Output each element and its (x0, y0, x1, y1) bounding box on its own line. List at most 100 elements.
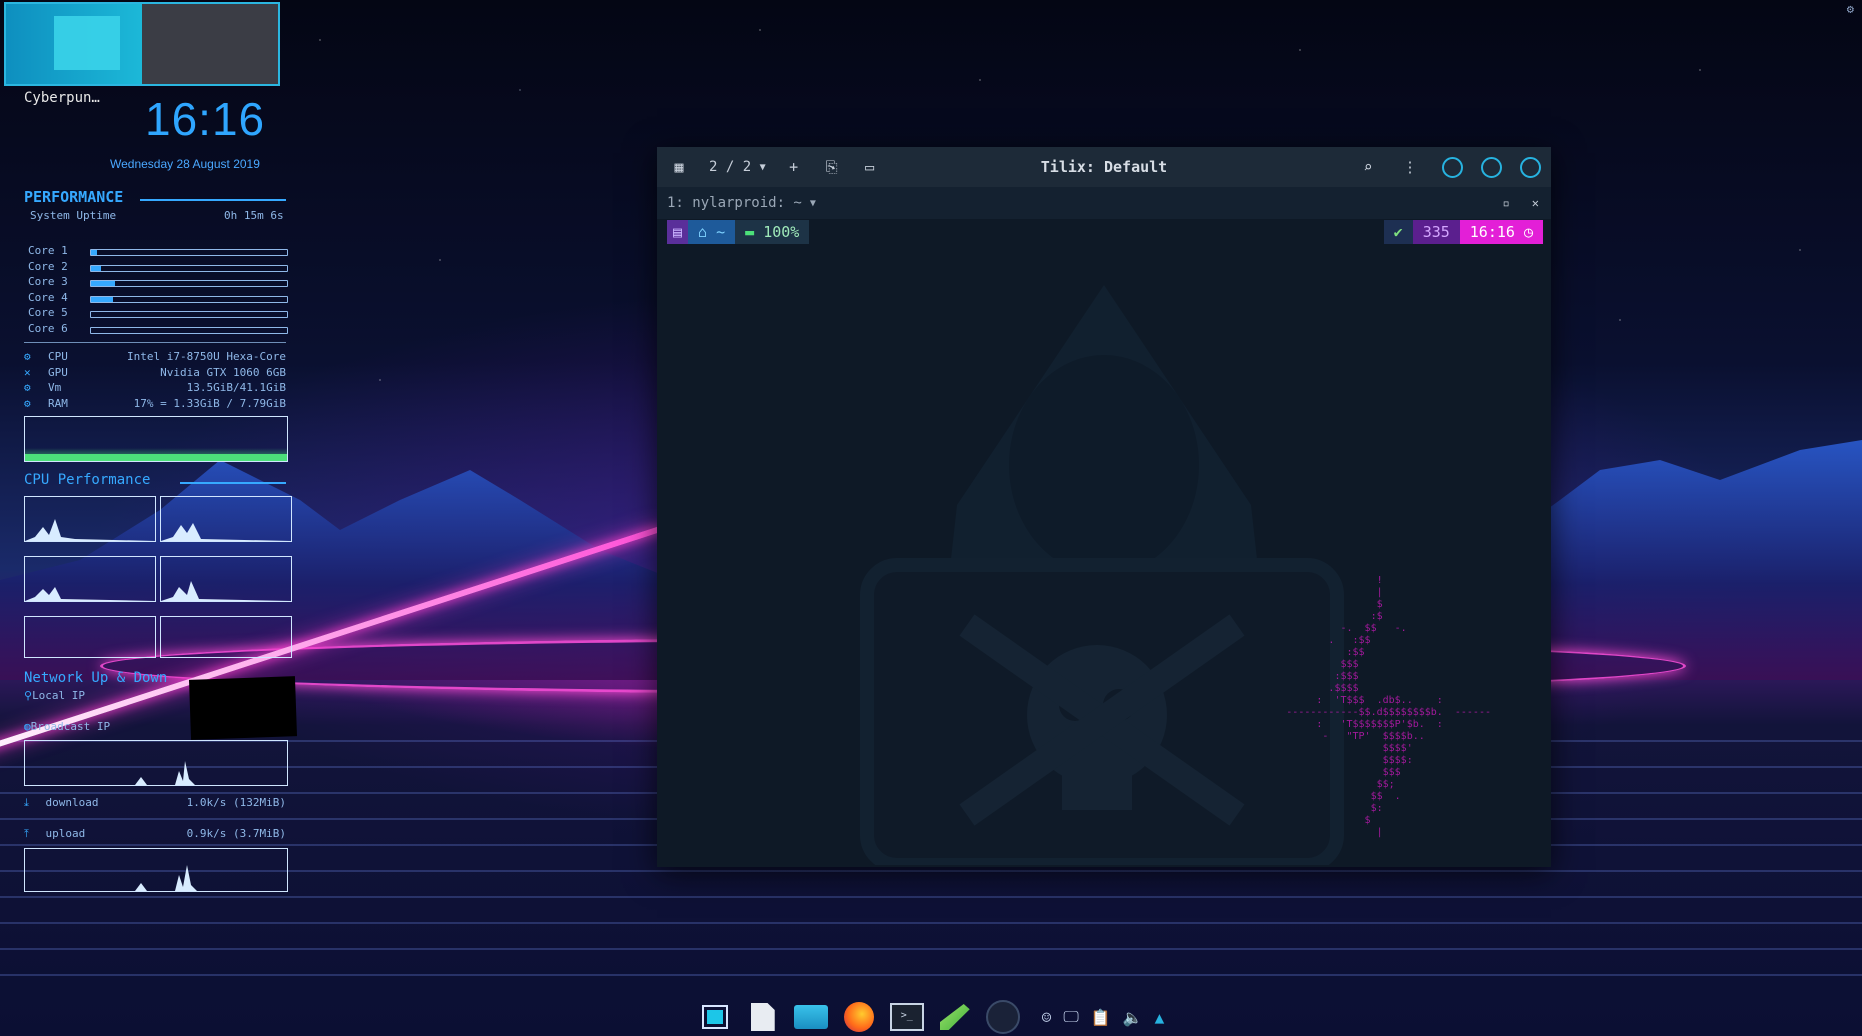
cpu-graph-3 (24, 556, 156, 602)
conky-clock: 16:16 (145, 93, 266, 145)
split-right-icon[interactable]: ⎘ (818, 153, 846, 181)
system-key: GPU (48, 365, 68, 379)
system-value: Nvidia GTX 1060 6GB (160, 365, 286, 379)
download-value: 1.0k/s (132MiB) (186, 796, 286, 809)
core-usage-bar (90, 311, 288, 318)
uptime-value: 0h 15m 6s (224, 209, 284, 222)
terminal-ascii-art: ! | $ :$ -. $$ -. . :$$ :$$ $$$ :$$$ .$$… (1286, 575, 1491, 838)
monitor-icon[interactable] (985, 1000, 1020, 1034)
cpu-graph-5 (24, 616, 156, 658)
core-label: Core 1 (28, 244, 68, 257)
firefox-icon[interactable] (842, 1002, 876, 1032)
broadcast-ip-label: Broadcast IP (30, 720, 111, 733)
check-icon: ✔ (1393, 223, 1403, 241)
workspace-pager[interactable] (4, 2, 280, 86)
core-usage-fill (91, 250, 97, 255)
folder-icon[interactable] (793, 1002, 828, 1032)
clipboard-icon[interactable]: 📋 (1091, 1008, 1111, 1027)
conky-date: Wednesday 28 August 2019 (110, 157, 260, 171)
core-usage-bar (90, 249, 288, 256)
system-key: Vm (48, 381, 62, 394)
upload-graph (24, 848, 288, 892)
session-counter[interactable]: 2 / 2 ▼ (709, 153, 766, 181)
chat-icon[interactable]: ☺ (1042, 1008, 1052, 1027)
search-icon[interactable]: ⌕ (1354, 153, 1382, 181)
upload-value: 0.9k/s (3.7MiB) (186, 827, 286, 840)
broadcast-ip-row: ◍Broadcast IP (24, 720, 110, 733)
terminal-tab-title[interactable]: 1: nylarproid: ~ (667, 195, 802, 211)
cpu-graph-1 (24, 496, 156, 542)
close-button[interactable] (1520, 156, 1541, 178)
battery-icon: ▬ (745, 223, 755, 241)
volume-icon[interactable]: 🔈 (1123, 1008, 1143, 1027)
core-label: Core 4 (28, 290, 68, 304)
system-value: 13.5GiB/41.1GiB (186, 381, 286, 394)
divider (24, 342, 286, 343)
chevron-down-icon[interactable]: ▼ (810, 198, 816, 209)
add-session-icon[interactable]: + (780, 153, 808, 181)
cpu-graph-4 (160, 556, 292, 602)
ram-graph (24, 416, 288, 462)
upload-icon: ⤒ (24, 827, 29, 840)
tray-up-icon[interactable]: ▲ (1155, 1008, 1165, 1027)
gpu-icon: ✕ (24, 365, 31, 379)
workspace-2[interactable] (142, 4, 278, 84)
taskbar: >_ ☺ 🖵 📋 🔈 ▲ (0, 998, 1862, 1036)
menu-icon[interactable]: ⋮ (1396, 153, 1424, 181)
tilix-window[interactable]: ▦ 2 / 2 ▼ + ⎘ ▭ Tilix: Default ⌕ ⋮ 1: ny… (657, 147, 1551, 867)
split-down-icon[interactable]: ▭ (856, 153, 884, 181)
core-label: Core 6 (28, 321, 68, 335)
powerline-prompt: ▤ ⌂ ~ ▬ 100% ✔ 335 16:16 ◷ (657, 219, 1551, 245)
core-label: Core 5 (28, 306, 68, 319)
prompt-time-segment: 16:16 ◷ (1459, 220, 1543, 244)
terminal-icon[interactable]: >_ (889, 1002, 924, 1032)
cpu-section-title: CPU Performance (24, 472, 151, 488)
performance-title: PERFORMANCE (24, 188, 124, 206)
cpu-graph-2 (160, 496, 292, 542)
session-sidebar-icon[interactable]: ▦ (665, 153, 693, 181)
files-icon[interactable] (746, 1002, 780, 1032)
system-tray: ☺ 🖵 📋 🔈 ▲ (1042, 1007, 1165, 1027)
redacted-ip (188, 676, 298, 740)
core-usage-bar (90, 326, 288, 334)
local-ip-row: ⚲Local IP (24, 689, 85, 702)
display-icon[interactable]: 🖵 (1063, 1007, 1078, 1027)
chevron-down-icon: ▼ (759, 161, 766, 173)
terminal-maximize-icon[interactable]: ▫ (1503, 196, 1510, 210)
core-usage-bar (90, 280, 288, 287)
gears-icon: ⚙ (24, 350, 31, 363)
uptime-label: System Uptime (30, 209, 117, 222)
core-label: Core 2 (28, 259, 68, 273)
terminal-area[interactable]: ! | $ :$ -. $$ -. . :$$ :$$ $$$ :$$$ .$$… (657, 245, 1551, 867)
maximize-button[interactable] (1481, 156, 1502, 178)
download-icon: ⤓ (24, 796, 29, 809)
editor-icon[interactable] (938, 1002, 972, 1032)
prompt-battery-segment: ▬ 100% (735, 220, 810, 244)
upload-label: upload (45, 827, 86, 840)
core-usage-fill (91, 265, 101, 271)
system-key: CPU (48, 350, 68, 363)
workspace-icon[interactable] (698, 1002, 732, 1032)
settings-corner-icon[interactable]: ⚙ (1847, 2, 1854, 16)
core-label: Core 3 (28, 275, 68, 288)
terminal-titlebar[interactable]: 1: nylarproid: ~ ▼ ▫ ✕ (657, 187, 1551, 219)
system-row-gpu: ✕ GPU Nvidia GTX 1060 6GB (24, 366, 286, 379)
performance-divider (140, 199, 286, 201)
gears-icon: ⚙ (24, 381, 31, 394)
system-row-cpu: ⚙ CPU Intel i7-8750U Hexa-Core (24, 350, 286, 363)
minimize-button[interactable] (1442, 156, 1463, 178)
network-title: Network Up & Down (24, 670, 168, 686)
location-pin-icon: ⚲ (24, 689, 33, 702)
core-usage-fill (91, 296, 113, 302)
prompt-history-number: 335 (1412, 220, 1460, 244)
system-value: 17% = 1.33GiB / 7.79GiB (133, 396, 286, 410)
tilix-titlebar[interactable]: ▦ 2 / 2 ▼ + ⎘ ▭ Tilix: Default ⌕ ⋮ (657, 147, 1551, 187)
network-graph (24, 740, 288, 786)
upload-row: ⤒ upload 0.9k/s (3.7MiB) (24, 827, 286, 841)
local-ip-label: Local IP (32, 689, 86, 702)
terminal-close-icon[interactable]: ✕ (1532, 196, 1539, 210)
workspace-1[interactable] (6, 4, 142, 84)
core-usage-bar (90, 295, 288, 303)
cpu-graph-6 (160, 616, 292, 658)
system-key: RAM (48, 396, 68, 410)
